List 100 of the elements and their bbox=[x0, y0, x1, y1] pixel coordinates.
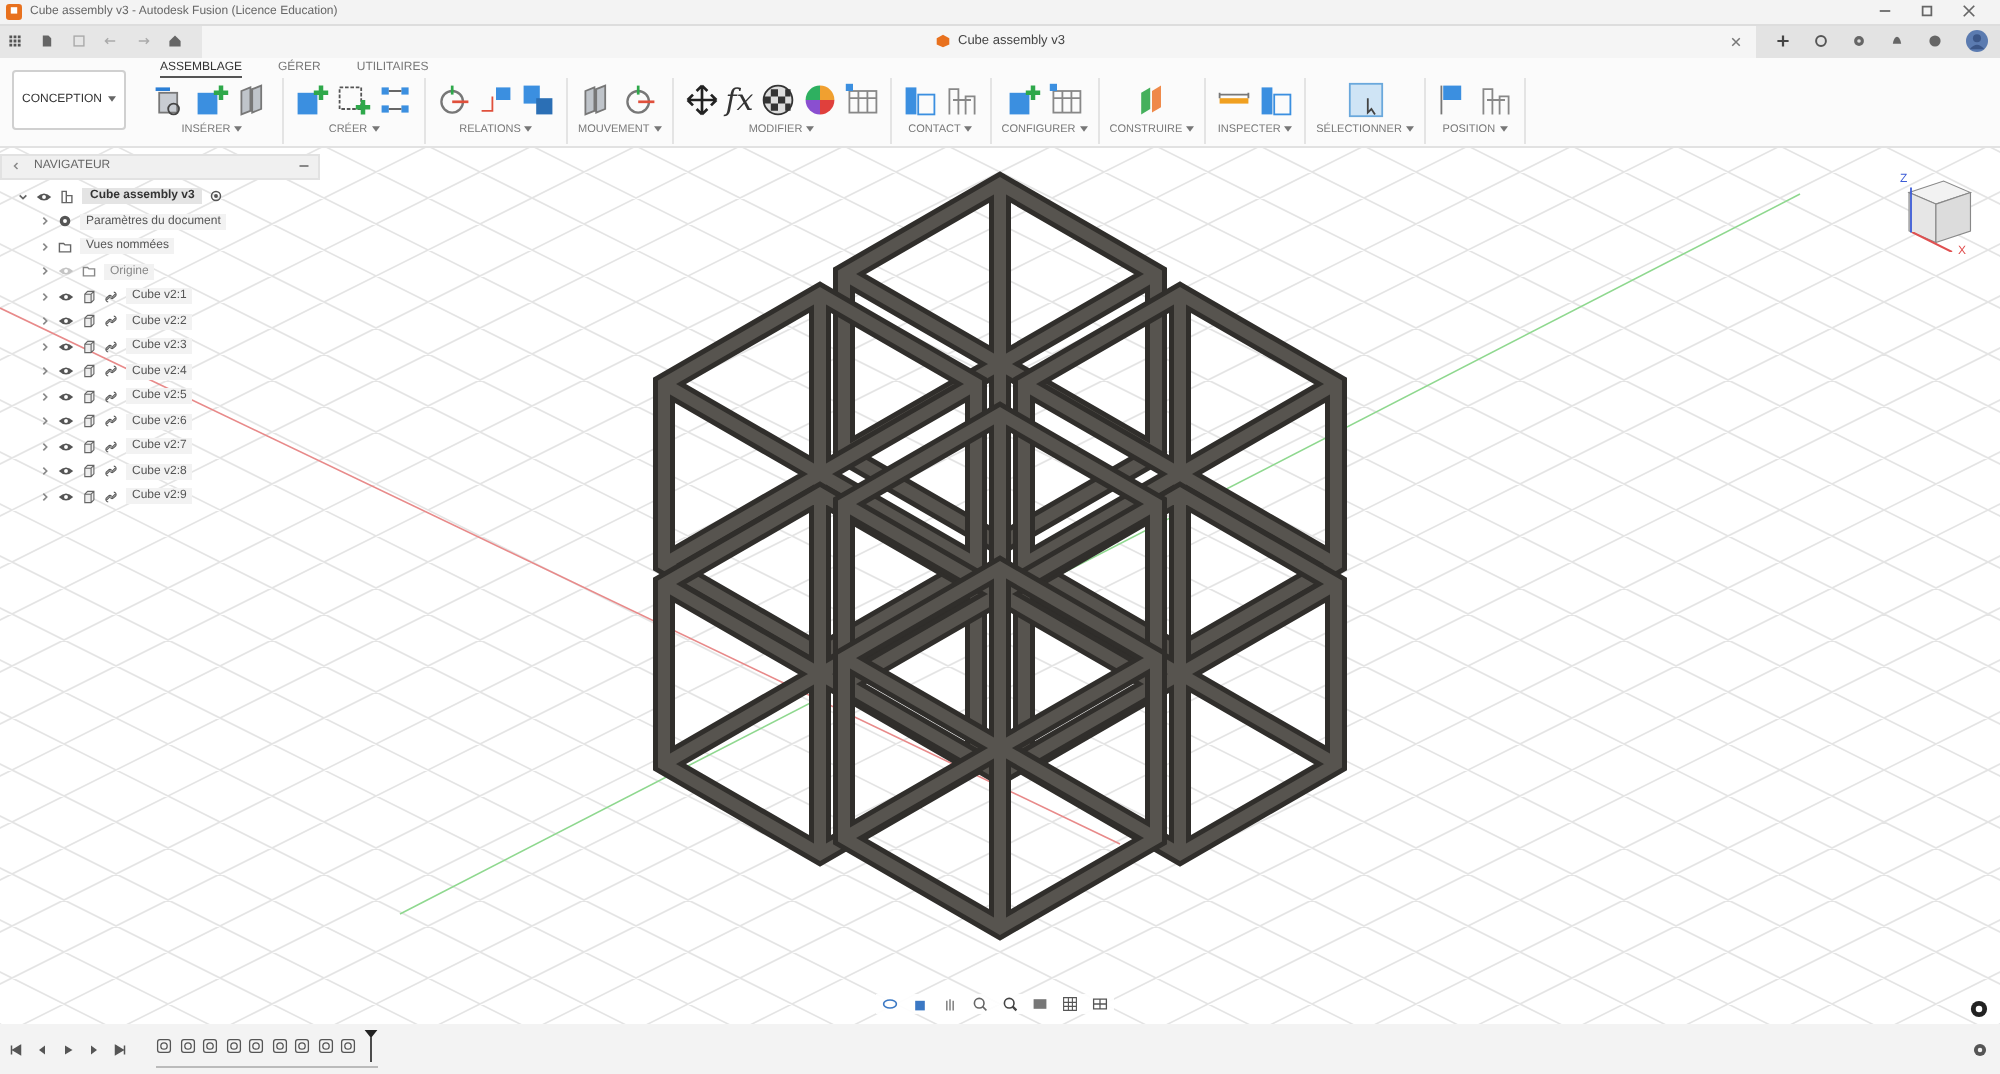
link-icon bbox=[104, 414, 118, 429]
last-frame-icon[interactable] bbox=[114, 1043, 126, 1056]
caret-icon bbox=[108, 96, 116, 103]
frame-icon[interactable] bbox=[1477, 82, 1514, 119]
eye-icon[interactable] bbox=[58, 466, 74, 477]
caret-icon bbox=[234, 126, 243, 133]
assembly-icon bbox=[60, 189, 74, 204]
chevron-icon[interactable] bbox=[40, 391, 50, 402]
plus-icon[interactable] bbox=[1776, 34, 1790, 49]
chevron-icon[interactable] bbox=[40, 341, 50, 352]
grid-menu-icon[interactable] bbox=[8, 34, 22, 49]
link-icon bbox=[104, 289, 118, 304]
link-icon bbox=[104, 439, 118, 454]
chevron-icon[interactable] bbox=[40, 266, 50, 277]
grid-icon[interactable] bbox=[1062, 996, 1078, 1013]
frame-icon[interactable] bbox=[943, 82, 980, 119]
caret-icon bbox=[1405, 126, 1414, 133]
link-icon bbox=[104, 339, 118, 354]
eye-icon[interactable] bbox=[58, 316, 74, 327]
joint-feature-icon[interactable] bbox=[317, 1038, 333, 1055]
chevron-icon[interactable] bbox=[40, 291, 50, 302]
panel-icon[interactable] bbox=[901, 82, 938, 119]
link-icon bbox=[104, 314, 118, 329]
component-icon bbox=[82, 414, 96, 429]
circle-arrow-icon[interactable] bbox=[436, 82, 472, 119]
caret-icon bbox=[964, 126, 973, 133]
x-axis-icon bbox=[1910, 231, 1954, 252]
chevron-icon[interactable] bbox=[40, 316, 50, 327]
box-plus-icon[interactable] bbox=[1005, 82, 1042, 119]
chevron-icon[interactable] bbox=[18, 191, 28, 202]
joint-feature-icon[interactable] bbox=[179, 1038, 195, 1055]
eye-icon[interactable] bbox=[58, 441, 74, 452]
timeline-marker-icon[interactable] bbox=[363, 1030, 377, 1063]
chevron-icon[interactable] bbox=[40, 216, 50, 227]
eye-icon[interactable] bbox=[58, 366, 74, 377]
component-icon bbox=[82, 314, 96, 329]
close-icon[interactable] bbox=[1730, 35, 1742, 48]
close-icon[interactable] bbox=[1962, 4, 1976, 19]
panel-icon[interactable] bbox=[1258, 82, 1295, 119]
box-plus-icon[interactable] bbox=[294, 82, 330, 119]
eye-icon[interactable] bbox=[58, 291, 74, 302]
component-icon bbox=[82, 289, 96, 304]
component-icon bbox=[82, 439, 96, 454]
chevron-icon[interactable] bbox=[40, 366, 50, 377]
caret-icon bbox=[653, 126, 662, 133]
link-icon bbox=[104, 464, 118, 479]
caret-icon bbox=[371, 126, 380, 133]
orbit-icon[interactable] bbox=[882, 996, 898, 1013]
play-icon[interactable] bbox=[62, 1043, 74, 1056]
zoom-icon[interactable] bbox=[972, 996, 988, 1013]
joint-feature-icon[interactable] bbox=[294, 1038, 310, 1055]
component-icon bbox=[82, 489, 96, 504]
eye-icon[interactable] bbox=[58, 491, 74, 502]
caret-icon bbox=[1079, 126, 1088, 133]
chevron-icon[interactable] bbox=[40, 441, 50, 452]
joint-feature-icon[interactable] bbox=[271, 1038, 287, 1055]
joint-feature-icon[interactable] bbox=[225, 1038, 241, 1055]
caret-icon bbox=[1284, 126, 1293, 133]
link-icon bbox=[104, 364, 118, 379]
checker-ball-icon[interactable] bbox=[759, 82, 796, 119]
maximize-icon[interactable] bbox=[1920, 4, 1934, 19]
cube-icon bbox=[936, 34, 950, 49]
chevron-icon[interactable] bbox=[40, 416, 50, 427]
caret-icon bbox=[1186, 126, 1195, 133]
eye-icon[interactable] bbox=[58, 416, 74, 427]
eye-icon[interactable] bbox=[58, 391, 74, 402]
home-icon[interactable] bbox=[168, 34, 182, 49]
zoom-fit-icon[interactable] bbox=[1002, 996, 1018, 1013]
dashed-box-icon[interactable] bbox=[336, 82, 372, 119]
caret-icon bbox=[806, 126, 815, 133]
minimize-icon[interactable] bbox=[298, 160, 310, 173]
collapse-icon[interactable] bbox=[10, 160, 22, 173]
joint-feature-icon[interactable] bbox=[340, 1038, 356, 1055]
file-icon[interactable] bbox=[40, 34, 54, 49]
chevron-icon[interactable] bbox=[40, 241, 50, 252]
chevron-icon[interactable] bbox=[40, 491, 50, 502]
link-icon bbox=[104, 489, 118, 504]
next-step-icon[interactable] bbox=[88, 1043, 100, 1056]
selection-box-icon[interactable] bbox=[1347, 82, 1384, 119]
joint-feature-icon[interactable] bbox=[156, 1038, 172, 1055]
previous-step-icon[interactable] bbox=[36, 1043, 48, 1056]
viewports-icon[interactable] bbox=[1092, 996, 1108, 1013]
joint-feature-icon[interactable] bbox=[202, 1038, 218, 1055]
color-wheel-icon[interactable] bbox=[801, 82, 838, 119]
chevron-icon[interactable] bbox=[40, 466, 50, 477]
joint-feature-icon[interactable] bbox=[248, 1038, 264, 1055]
eye-icon[interactable] bbox=[36, 191, 52, 202]
table-icon[interactable] bbox=[843, 82, 880, 119]
look-at-icon[interactable] bbox=[912, 996, 928, 1013]
first-frame-icon[interactable] bbox=[10, 1043, 22, 1056]
function-symbol[interactable]: fx bbox=[725, 82, 754, 119]
component-icon bbox=[82, 364, 96, 379]
circle-arrow-icon[interactable] bbox=[622, 82, 659, 119]
table-icon[interactable] bbox=[1047, 82, 1084, 119]
link-icon bbox=[104, 389, 118, 404]
move-icon[interactable] bbox=[683, 82, 720, 119]
nodes-icon[interactable] bbox=[378, 82, 414, 119]
radio-icon[interactable] bbox=[210, 190, 223, 203]
avatar-icon[interactable] bbox=[1966, 30, 1988, 53]
eye-icon[interactable] bbox=[58, 341, 74, 352]
